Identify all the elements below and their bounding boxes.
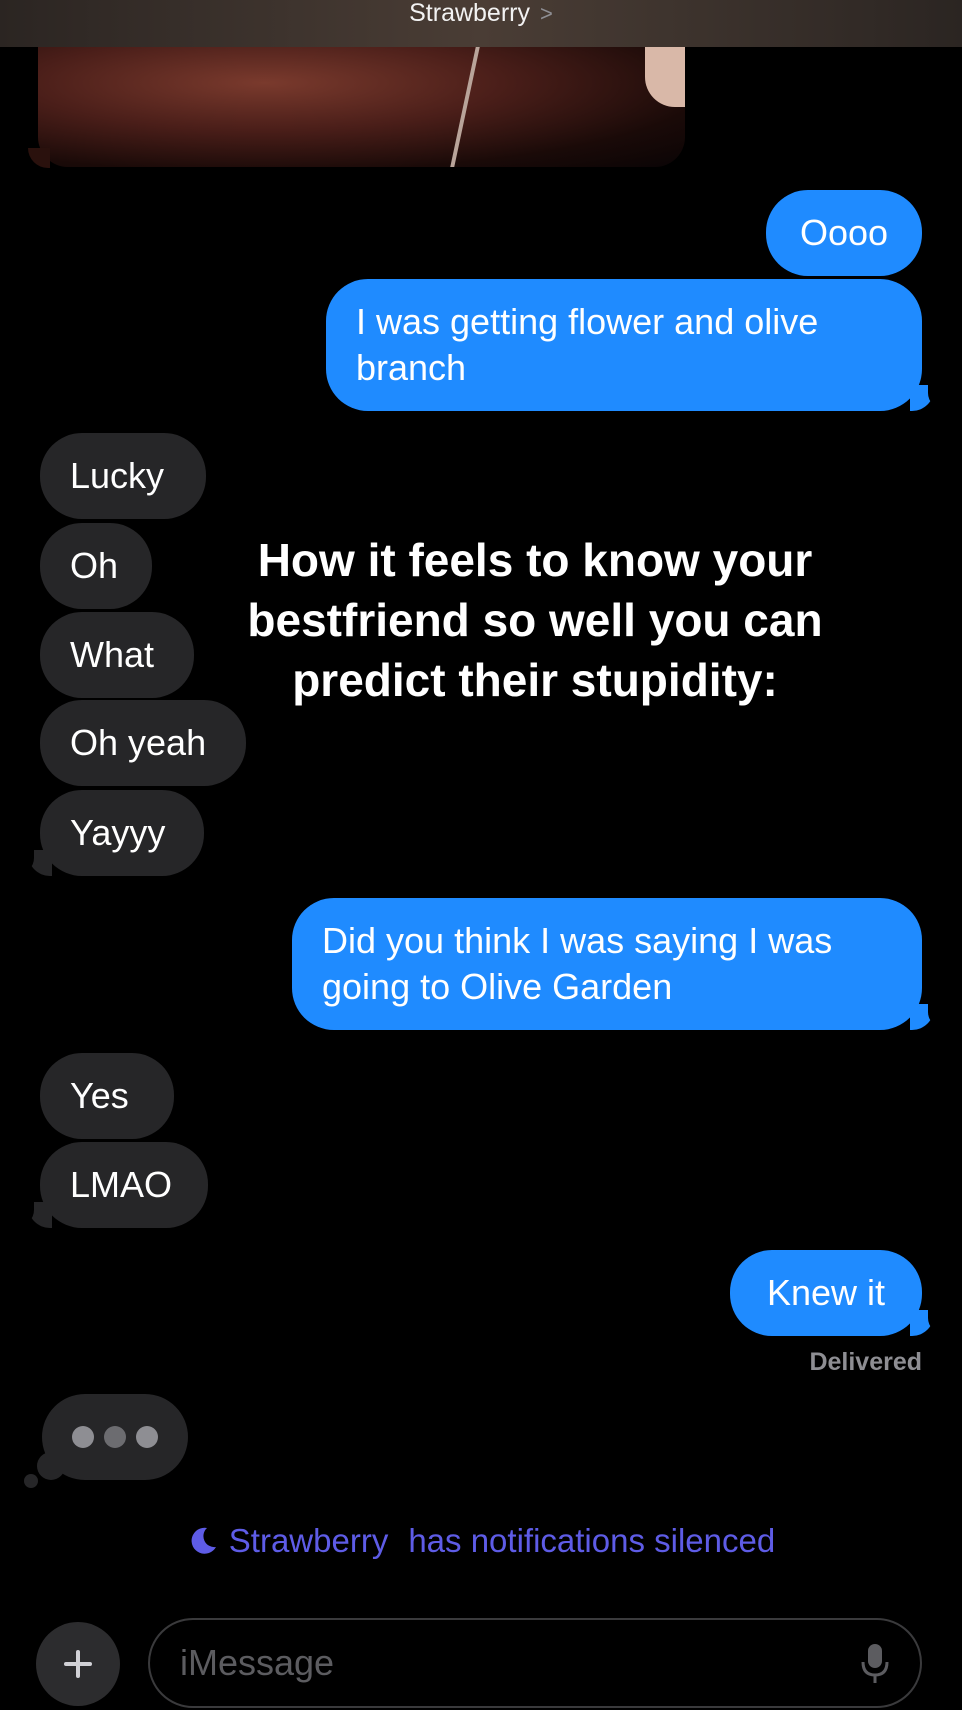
incoming-message[interactable]: Oh yeah: [40, 700, 246, 786]
mic-icon[interactable]: [860, 1642, 890, 1686]
notifications-silenced-notice: Strawberry has notifications silenced: [0, 1522, 962, 1560]
incoming-message[interactable]: What: [40, 612, 194, 698]
message-placeholder: iMessage: [180, 1642, 335, 1683]
incoming-message[interactable]: Yes: [40, 1053, 174, 1139]
outgoing-message[interactable]: Oooo: [766, 190, 922, 276]
bubble-tail: [14, 844, 52, 876]
moon-icon: [191, 1527, 216, 1554]
bubble-tail: [910, 998, 948, 1030]
incoming-message[interactable]: Lucky: [40, 433, 206, 519]
message-input[interactable]: iMessage: [148, 1618, 922, 1708]
image-attachment[interactable]: [38, 47, 685, 167]
typing-dot: [104, 1426, 126, 1448]
outgoing-message[interactable]: Knew it: [730, 1250, 922, 1336]
outgoing-message[interactable]: Did you think I was saying I was going t…: [292, 898, 922, 1030]
typing-bubble-tail: [24, 1474, 38, 1488]
typing-dot: [136, 1426, 158, 1448]
bubble-tail: [910, 379, 948, 411]
contact-title[interactable]: Strawberry >: [409, 0, 553, 28]
plus-button[interactable]: [36, 1622, 120, 1706]
plus-icon: [64, 1650, 92, 1678]
silenced-text: has notifications silenced: [408, 1522, 776, 1559]
incoming-message[interactable]: Yayyy: [40, 790, 204, 876]
typing-bubble-tail: [37, 1452, 65, 1480]
overlay-caption: How it feels to know your bestfriend so …: [247, 534, 823, 706]
delivered-status: Delivered: [809, 1348, 922, 1376]
bubble-tail: [28, 148, 50, 168]
incoming-message[interactable]: LMAO: [40, 1142, 208, 1228]
contact-name: Strawberry: [409, 0, 530, 27]
typing-dot: [72, 1426, 94, 1448]
outgoing-message[interactable]: I was getting flower and olive branch: [326, 279, 922, 411]
chat-header[interactable]: Strawberry >: [0, 0, 962, 47]
bubble-tail: [14, 1196, 52, 1228]
incoming-message[interactable]: Oh: [40, 523, 152, 609]
chevron-right-icon: >: [540, 0, 553, 26]
bubble-tail: [910, 1304, 948, 1336]
silenced-contact-name: Strawberry: [228, 1522, 389, 1559]
